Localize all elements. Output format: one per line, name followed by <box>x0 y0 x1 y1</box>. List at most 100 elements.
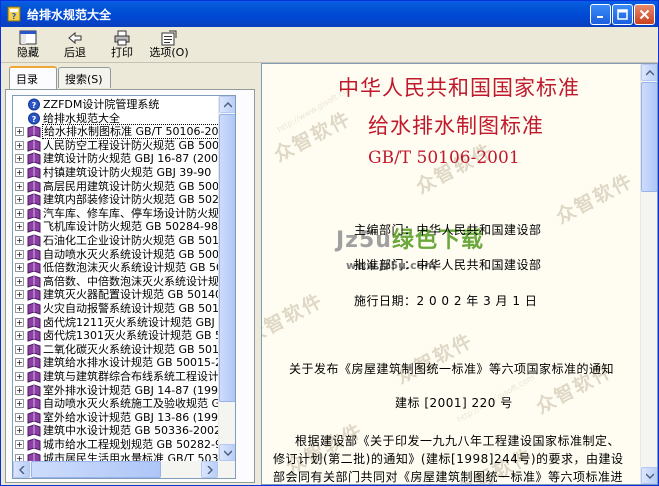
notice-number: 建标 [2001] 220 号 <box>395 396 513 410</box>
options-label: 选项(O) <box>149 46 189 59</box>
tree-item-label: 汽车库、修车库、停车场设计防火规范 G <box>43 206 236 220</box>
expand-icon[interactable]: + <box>15 208 24 218</box>
scroll-down-button[interactable] <box>219 444 235 461</box>
document-code: GB/T 50106-2001 <box>368 148 520 168</box>
help-book-icon: ? <box>7 6 21 22</box>
back-label: 后退 <box>64 46 86 59</box>
expand-icon[interactable]: + <box>15 372 24 381</box>
expand-icon[interactable]: + <box>15 412 24 422</box>
book-icon <box>27 302 41 315</box>
minimize-button[interactable] <box>590 4 611 25</box>
scroll-up-icon <box>223 101 232 108</box>
expand-icon[interactable]: + <box>15 440 24 449</box>
book-icon <box>27 193 41 206</box>
expand-icon[interactable]: + <box>15 127 24 137</box>
doc-scroll-thumb[interactable] <box>641 82 657 192</box>
tree-item-label: 自动喷水灭火系统设计规范 GB 50084-20 <box>43 247 236 261</box>
scroll-left-button[interactable] <box>13 461 30 478</box>
document-pane: 众智软件 众智软件 众智软件 众智软件 众智软件 众智软件 众智软件 众智软件 … <box>261 63 658 485</box>
expand-icon[interactable]: + <box>15 236 24 245</box>
toolbar: 隐藏 后退 打印 选项(O) <box>1 27 658 63</box>
maximize-button[interactable] <box>612 4 633 25</box>
expand-icon[interactable]: + <box>15 140 24 150</box>
scroll-down-icon <box>645 472 654 479</box>
doc-scroll-down-button[interactable] <box>641 467 657 484</box>
book-icon <box>27 220 41 234</box>
book-icon <box>27 248 41 261</box>
tree-item-label: 高倍数、中倍数泡沫灭火系统设计规范 G <box>43 274 236 288</box>
effective-date: 施行日期：2 0 0 2 年 3 月 1 日 <box>354 294 538 308</box>
expand-icon[interactable]: + <box>15 317 24 327</box>
expand-icon[interactable]: + <box>15 385 24 395</box>
contents-tree[interactable]: ? ZZFDM设计院管理系统? 给排水规范大全 + 给水排水制图标准 GB/T 5010… <box>12 95 236 479</box>
expand-icon[interactable]: + <box>15 263 24 273</box>
tree-item-label: 建筑给水排水设计规范 GB 50015-2003 ( <box>43 356 236 370</box>
tab-search[interactable]: 搜索(S) <box>58 67 111 88</box>
expand-icon[interactable]: + <box>15 331 24 341</box>
hide-label: 隐藏 <box>17 46 39 59</box>
book-icon <box>27 207 41 220</box>
close-icon <box>639 9 650 20</box>
scroll-right-icon <box>206 465 213 474</box>
expand-icon[interactable]: + <box>15 154 24 164</box>
scroll-up-button[interactable] <box>219 96 235 113</box>
scroll-down-icon <box>223 449 232 456</box>
app-window: ? 给排水规范大全 隐藏 后退 打印 选项(O) 目录 搜索(S) ? ZZFD… <box>0 0 659 486</box>
tab-contents[interactable]: 目录(C) <box>9 66 57 100</box>
expand-icon[interactable]: + <box>15 344 24 354</box>
expand-icon[interactable]: + <box>15 399 24 409</box>
book-icon <box>27 438 41 451</box>
book-icon <box>27 397 41 410</box>
scroll-right-button[interactable] <box>201 461 218 478</box>
print-label: 打印 <box>111 46 133 59</box>
tree-item-label: ZZFDM设计院管理系统 <box>43 98 160 111</box>
book-icon <box>27 125 41 138</box>
hide-button[interactable]: 隐藏 <box>5 28 51 62</box>
book-icon <box>27 370 41 383</box>
horizontal-scroll-thumb[interactable] <box>31 461 161 478</box>
scroll-thumb[interactable] <box>219 114 235 402</box>
tree-panel: ? ZZFDM设计院管理系统? 给排水规范大全 + 给水排水制图标准 GB/T 5010… <box>5 89 255 483</box>
tree-horizontal-scrollbar[interactable] <box>13 461 235 478</box>
tree-item-label: 高层民用建筑设计防火规范 GB 50045-95 <box>43 179 236 193</box>
scroll-left-icon <box>18 465 25 474</box>
doc-scroll-up-button[interactable] <box>641 64 657 81</box>
tree-item-label: 建筑与建筑群综合布线系统工程设计规范 <box>43 370 236 383</box>
options-button[interactable]: 选项(O) <box>146 28 192 62</box>
tree-item-label: 建筑内部装修设计防火规范 GB 50222-9 <box>43 193 236 207</box>
expand-icon[interactable]: + <box>15 304 24 313</box>
expand-icon[interactable]: + <box>15 276 24 286</box>
body-line-1: 根据建设部《关于印发一九九八年工程建设国家标准制定、 <box>295 434 621 448</box>
tree-vertical-scrollbar[interactable] <box>218 96 235 462</box>
book-icon <box>27 411 41 424</box>
tree-item-label: 卤代烷1301灭火系统设计规范 GB 50163- <box>43 329 236 343</box>
tree-item-label: 人民防空工程设计防火规范 GB 50098-98 <box>43 138 236 152</box>
tree-item-label: 石油化工企业设计防火规范 GB 50160-9 <box>43 234 236 247</box>
tree-item-label: 村镇建筑设计防火规范 GBJ 39-90 <box>43 166 212 179</box>
expand-icon[interactable]: + <box>15 290 24 300</box>
print-button[interactable]: 打印 <box>99 28 145 62</box>
expand-icon[interactable]: + <box>15 168 24 177</box>
book-icon <box>27 316 41 329</box>
expand-icon[interactable]: + <box>15 195 24 205</box>
tree-item-label: 建筑设计防火规范 GBJ 16-87 (2001修订 <box>43 152 236 166</box>
tree-item-label: 火灾自动报警系统设计规范 GB 50116-98 <box>43 302 236 315</box>
expand-icon[interactable]: + <box>15 426 24 436</box>
book-icon <box>27 329 41 342</box>
book-icon <box>27 384 41 397</box>
book-icon <box>27 234 41 247</box>
body-line-2: 修订计划(第二批)的通知》(建标[1998]244号)的要求，由建设 <box>273 452 624 466</box>
book-icon <box>27 356 41 370</box>
title-bar[interactable]: ? 给排水规范大全 <box>1 1 658 27</box>
expand-icon[interactable]: + <box>15 181 24 191</box>
approver-department: 批准部门：中华人民共和国建设部 <box>354 258 542 272</box>
expand-icon[interactable]: + <box>15 358 24 368</box>
book-icon <box>27 180 41 193</box>
expand-icon[interactable]: + <box>15 222 24 232</box>
expand-icon[interactable]: + <box>15 249 24 259</box>
back-arrow-icon <box>68 31 82 45</box>
close-button[interactable] <box>634 4 655 25</box>
back-button[interactable]: 后退 <box>52 28 98 62</box>
document-vertical-scrollbar[interactable] <box>640 64 657 484</box>
help-icon: ? <box>28 98 40 111</box>
